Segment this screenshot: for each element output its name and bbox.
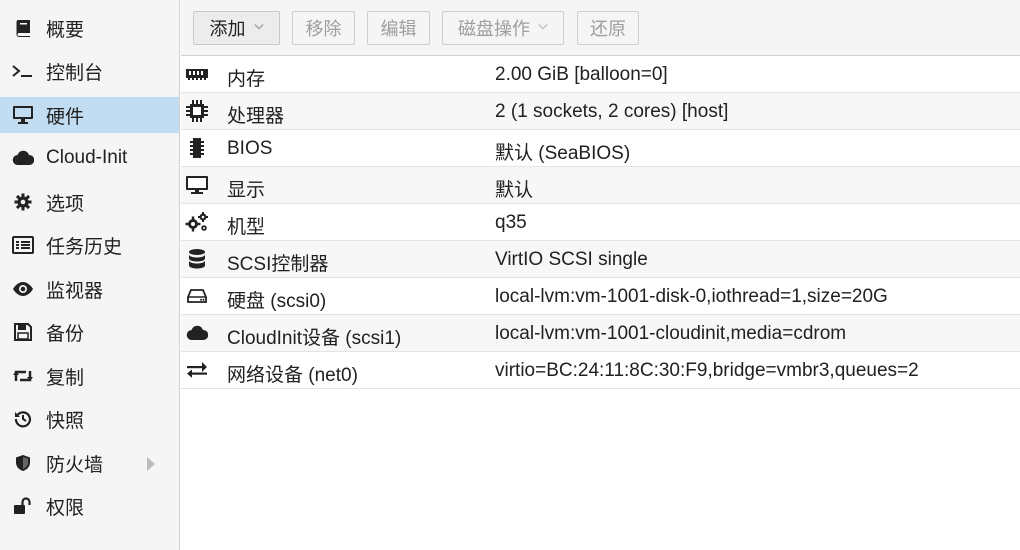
row-value: 2 (1 sockets, 2 cores) [host]	[495, 101, 729, 122]
sidebar-item-label: 快照	[46, 410, 85, 432]
row-value: 默认	[495, 180, 534, 201]
sidebar-item-label: 备份	[46, 323, 85, 345]
sidebar-item-label: 复制	[46, 367, 85, 389]
cloud-icon	[12, 147, 34, 169]
sidebar-item-snapshots[interactable]: 快照	[0, 401, 179, 437]
terminal-icon	[12, 60, 34, 82]
table-row[interactable]: 网络设备 (net0) virtio=BC:24:11:8C:30:F9,bri…	[181, 352, 1020, 389]
row-key: BIOS	[227, 138, 273, 159]
sidebar-item-backup[interactable]: 备份	[0, 314, 179, 350]
table-row[interactable]: 内存 2.00 GiB [balloon=0]	[181, 56, 1020, 93]
cloud-icon	[185, 322, 209, 344]
chevron-down-icon	[538, 23, 548, 33]
cogs-icon	[185, 211, 209, 233]
memory-icon	[185, 63, 209, 85]
hdd-icon	[185, 285, 209, 307]
row-value: local-lvm:vm-1001-cloudinit,media=cdrom	[495, 323, 847, 344]
sidebar-item-options[interactable]: 选项	[0, 184, 179, 220]
edit-button-label: 编辑	[380, 19, 417, 39]
sidebar-item-label: 选项	[46, 193, 85, 215]
microchip-icon	[185, 137, 209, 159]
sidebar-item-firewall[interactable]: 防火墙	[0, 445, 179, 481]
retweet-icon	[12, 365, 34, 387]
database-icon	[185, 248, 209, 270]
floppy-icon	[12, 321, 34, 343]
table-row[interactable]: 显示 默认	[181, 167, 1020, 204]
add-button-label: 添加	[209, 19, 246, 39]
table-row[interactable]: SCSI控制器 VirtIO SCSI single	[181, 241, 1020, 278]
sidebar-item-label: 监视器	[46, 280, 104, 302]
remove-button[interactable]: 移除	[292, 11, 355, 45]
cpu-icon	[185, 100, 209, 122]
table-row[interactable]: 硬盘 (scsi0) local-lvm:vm-1001-disk-0,ioth…	[181, 278, 1020, 315]
hardware-panel: 添加 移除 编辑 磁盘操作 还原 内存 2.00 GiB [balloon=0]…	[181, 0, 1020, 550]
sidebar-item-replication[interactable]: 复制	[0, 358, 179, 394]
exchange-icon	[185, 359, 209, 381]
sidebar-item-summary[interactable]: 概要	[0, 10, 179, 46]
table-row[interactable]: CloudInit设备 (scsi1) local-lvm:vm-1001-cl…	[181, 315, 1020, 352]
table-row[interactable]: BIOS 默认 (SeaBIOS)	[181, 130, 1020, 167]
row-key: 内存	[227, 69, 266, 90]
row-key: 机型	[227, 217, 266, 238]
sidebar-item-monitor[interactable]: 监视器	[0, 271, 179, 307]
gear-icon	[12, 191, 34, 213]
sidebar-item-label: Cloud-Init	[46, 147, 128, 168]
revert-button-label: 还原	[590, 19, 626, 39]
sidebar-item-label: 防火墙	[46, 454, 104, 476]
row-value: local-lvm:vm-1001-disk-0,iothread=1,size…	[495, 286, 888, 307]
sidebar-item-task-history[interactable]: 任务历史	[0, 227, 179, 263]
row-value: virtio=BC:24:11:8C:30:F9,bridge=vmbr3,qu…	[495, 360, 919, 381]
sidebar-item-hardware[interactable]: 硬件	[0, 97, 179, 133]
sidebar: 概要 控制台 硬件 Cloud-Init 选项 任务历史 监视器 备份 复制 快…	[0, 0, 180, 550]
remove-button-label: 移除	[305, 19, 342, 39]
table-row[interactable]: 机型 q35	[181, 204, 1020, 241]
book-icon	[12, 17, 34, 39]
expand-arrow-icon[interactable]	[147, 457, 155, 471]
table-row[interactable]: 处理器 2 (1 sockets, 2 cores) [host]	[181, 93, 1020, 130]
sidebar-item-label: 任务历史	[46, 236, 123, 258]
eye-icon	[12, 278, 34, 300]
row-value: 2.00 GiB [balloon=0]	[495, 64, 668, 85]
row-key: 显示	[227, 180, 266, 201]
row-key: 网络设备 (net0)	[227, 365, 358, 386]
row-key: CloudInit设备 (scsi1)	[227, 328, 402, 349]
toolbar: 添加 移除 编辑 磁盘操作 还原	[181, 0, 1020, 56]
unlock-icon	[12, 495, 34, 517]
sidebar-item-cloud-init[interactable]: Cloud-Init	[0, 140, 179, 176]
sidebar-item-console[interactable]: 控制台	[0, 53, 179, 89]
row-key: 硬盘 (scsi0)	[227, 291, 327, 312]
chevron-down-icon	[253, 23, 264, 33]
monitor-icon	[185, 174, 209, 196]
sidebar-item-label: 概要	[46, 19, 85, 41]
history-icon	[12, 408, 34, 430]
shield-icon	[12, 452, 34, 474]
row-value: q35	[495, 212, 527, 233]
row-key: SCSI控制器	[227, 254, 329, 275]
sidebar-item-label: 控制台	[46, 62, 104, 84]
disk-action-button-label: 磁盘操作	[458, 19, 530, 39]
sidebar-item-permissions[interactable]: 权限	[0, 488, 179, 524]
disk-action-button[interactable]: 磁盘操作	[442, 11, 564, 45]
revert-button[interactable]: 还原	[577, 11, 639, 45]
row-value: VirtIO SCSI single	[495, 249, 648, 270]
row-key: 处理器	[227, 106, 285, 127]
list-icon	[12, 234, 34, 256]
sidebar-item-label: 权限	[46, 497, 85, 519]
edit-button[interactable]: 编辑	[367, 11, 430, 45]
desktop-icon	[12, 104, 34, 126]
row-value: 默认 (SeaBIOS)	[495, 143, 631, 164]
sidebar-item-label: 硬件	[46, 106, 85, 128]
add-button[interactable]: 添加	[193, 11, 280, 45]
